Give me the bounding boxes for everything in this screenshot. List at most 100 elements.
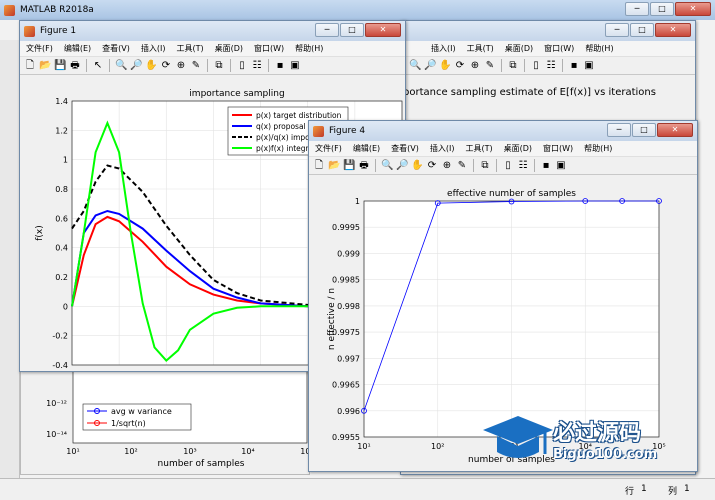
minimize-button[interactable]: ─ (625, 2, 649, 16)
show-tools-icon[interactable]: ▣ (583, 60, 595, 72)
figure-bg-close-button[interactable]: ✕ (655, 23, 691, 37)
menu-insert[interactable]: 插入(I) (431, 43, 456, 54)
edit-plot-icon[interactable]: ↖ (92, 60, 104, 72)
hide-tools-icon[interactable]: ▪ (274, 60, 286, 72)
zoom-in-icon[interactable]: 🔍 (409, 60, 421, 72)
y-tick-label: 0.6 (55, 214, 68, 223)
zoom-in-icon[interactable]: 🔍 (115, 60, 127, 72)
menu-edit[interactable]: 编辑(E) (64, 43, 91, 54)
menu-tools[interactable]: 工具(T) (465, 143, 492, 154)
toolbar-separator (207, 59, 208, 72)
y-tick-label: 0.9985 (332, 276, 360, 285)
new-figure-icon[interactable]: 🗋 (24, 60, 36, 72)
menu-edit[interactable]: 编辑(E) (353, 143, 380, 154)
status-bar: 行 1 列 1 (0, 478, 715, 500)
legend-icon[interactable]: ☷ (517, 160, 529, 172)
menu-file[interactable]: 文件(F) (26, 43, 53, 54)
open-file-icon[interactable]: 📂 (39, 60, 51, 72)
datatip-icon[interactable]: ⊕ (469, 60, 481, 72)
open-file-icon[interactable]: 📂 (328, 160, 340, 172)
zoom-out-icon[interactable]: 🔎 (424, 60, 436, 72)
menu-tools[interactable]: 工具(T) (467, 43, 494, 54)
y-tick-label: 0.2 (55, 273, 68, 282)
x-tick-label: 3 (211, 370, 216, 371)
x-tick-label: 0 (69, 370, 74, 371)
link-icon[interactable]: ⧉ (507, 60, 519, 72)
watermark-url: Biguo100.com (553, 446, 658, 462)
status-row-label: 行 (625, 487, 635, 497)
brush-icon[interactable]: ✎ (484, 60, 496, 72)
chart-title: importance sampling (189, 89, 284, 99)
menu-desktop[interactable]: 桌面(D) (215, 43, 243, 54)
menu-help[interactable]: 帮助(H) (585, 43, 613, 54)
datatip-icon[interactable]: ⊕ (441, 160, 453, 172)
figure-bg-minimize-button[interactable]: ─ (605, 23, 629, 37)
menu-view[interactable]: 查看(V) (102, 43, 130, 54)
menu-view[interactable]: 查看(V) (391, 143, 419, 154)
brush-icon[interactable]: ✎ (190, 60, 202, 72)
legend-entry: q(x) proposal (256, 122, 306, 131)
rotate-icon[interactable]: ⟳ (454, 60, 466, 72)
x-tick-label: 10² (124, 447, 137, 456)
pan-icon[interactable]: ✋ (145, 60, 157, 72)
figure1-close-button[interactable]: ✕ (365, 23, 401, 37)
show-tools-icon[interactable]: ▣ (555, 160, 567, 172)
zoom-in-icon[interactable]: 🔍 (381, 160, 393, 172)
colorbar-icon[interactable]: ▯ (236, 60, 248, 72)
rotate-icon[interactable]: ⟳ (426, 160, 438, 172)
figure1-minimize-button[interactable]: ─ (315, 23, 339, 37)
figure4-maximize-button[interactable]: □ (632, 123, 656, 137)
colorbar-icon[interactable]: ▯ (530, 60, 542, 72)
brush-icon[interactable]: ✎ (456, 160, 468, 172)
figure4-minimize-button[interactable]: ─ (607, 123, 631, 137)
maximize-button[interactable]: □ (650, 2, 674, 16)
figure4-toolbar: 🗋 📂 💾 🖶 🔍 🔎 ✋ ⟳ ⊕ ✎ ⧉ ▯ ☷ ▪ ▣ (309, 156, 697, 175)
figure4-close-button[interactable]: ✕ (657, 123, 693, 137)
save-icon[interactable]: 💾 (54, 60, 66, 72)
menu-help[interactable]: 帮助(H) (584, 143, 612, 154)
save-icon[interactable]: 💾 (343, 160, 355, 172)
link-icon[interactable]: ⧉ (213, 60, 225, 72)
menu-desktop[interactable]: 桌面(D) (504, 143, 532, 154)
close-button[interactable]: ✕ (675, 2, 711, 16)
menu-file[interactable]: 文件(F) (315, 143, 342, 154)
legend-entry: p(x)f(x) integra (256, 144, 313, 153)
y-tick-label: 0.996 (337, 407, 360, 416)
lower-plot-svg: 10⁻¹² 10⁻¹⁴ 10¹ 10² 10³ 10⁴ 10⁵ number o… (46, 370, 314, 469)
x-tick-label: 1 (117, 370, 122, 371)
menu-window[interactable]: 窗口(W) (254, 43, 284, 54)
y-tick-label: -0.2 (52, 332, 68, 341)
zoom-out-icon[interactable]: 🔎 (130, 60, 142, 72)
menu-desktop[interactable]: 桌面(D) (505, 43, 533, 54)
menu-window[interactable]: 窗口(W) (543, 143, 573, 154)
y-tick-label: 1 (63, 156, 68, 165)
zoom-out-icon[interactable]: 🔎 (396, 160, 408, 172)
figure-bg-plot-title: portance sampling estimate of E[f(x)] vs… (403, 87, 656, 98)
show-tools-icon[interactable]: ▣ (289, 60, 301, 72)
rotate-icon[interactable]: ⟳ (160, 60, 172, 72)
x-tick-label: 10² (431, 442, 444, 451)
figure4-controls: ─ □ ✕ (607, 123, 693, 137)
legend-entry-variance: avg w variance (111, 407, 172, 416)
link-icon[interactable]: ⧉ (479, 160, 491, 172)
menu-tools[interactable]: 工具(T) (176, 43, 203, 54)
hide-tools-icon[interactable]: ▪ (568, 60, 580, 72)
menu-help[interactable]: 帮助(H) (295, 43, 323, 54)
legend-icon[interactable]: ☷ (251, 60, 263, 72)
y-axis-label: n effective / n (327, 288, 337, 350)
figure1-maximize-button[interactable]: □ (340, 23, 364, 37)
menu-insert[interactable]: 插入(I) (141, 43, 166, 54)
colorbar-icon[interactable]: ▯ (502, 160, 514, 172)
pan-icon[interactable]: ✋ (439, 60, 451, 72)
legend-icon[interactable]: ☷ (545, 60, 557, 72)
print-icon[interactable]: 🖶 (69, 60, 81, 72)
figure-bg-maximize-button[interactable]: □ (630, 23, 654, 37)
menu-insert[interactable]: 插入(I) (430, 143, 455, 154)
print-icon[interactable]: 🖶 (358, 160, 370, 172)
new-figure-icon[interactable]: 🗋 (313, 160, 325, 172)
pan-icon[interactable]: ✋ (411, 160, 423, 172)
hide-tools-icon[interactable]: ▪ (540, 160, 552, 172)
figure4-title: Figure 4 (329, 126, 366, 136)
menu-window[interactable]: 窗口(W) (544, 43, 574, 54)
datatip-icon[interactable]: ⊕ (175, 60, 187, 72)
